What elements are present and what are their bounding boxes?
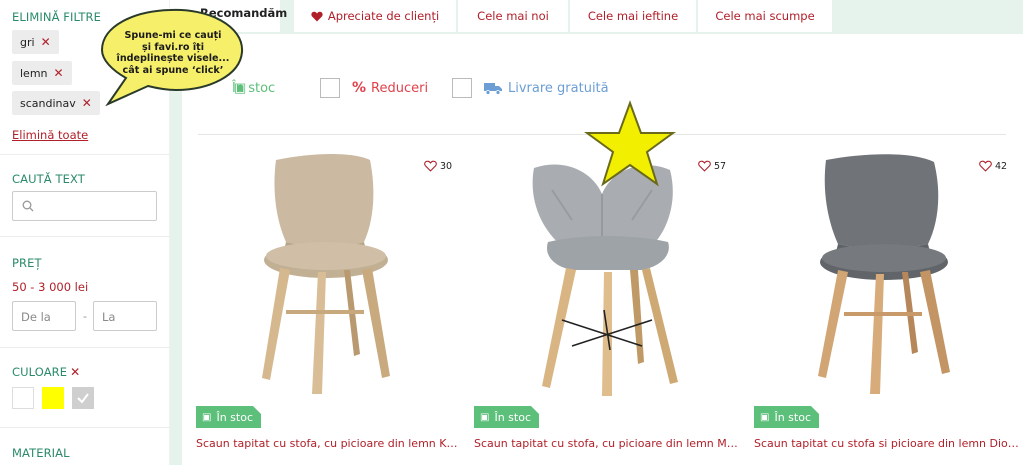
search-input[interactable] <box>12 191 157 221</box>
percent-icon: % <box>352 80 367 96</box>
product-card[interactable]: 57 ▣ În stoc Scaun tapitat cu stofa, cu … <box>474 146 744 465</box>
product-title-link[interactable]: Scaun tapitat cu stofa, cu picioare din … <box>474 437 742 450</box>
divider <box>0 347 170 348</box>
filter-free-delivery-label: Livrare gratuită <box>508 80 609 96</box>
price-to-input[interactable]: La <box>93 301 157 331</box>
divider <box>0 427 170 428</box>
divider <box>0 236 170 237</box>
filter-tag-label: gri <box>20 35 35 49</box>
tab-cheapest[interactable]: Cele mai ieftine <box>570 0 696 32</box>
search-text-title: CAUTĂ TEXT <box>12 172 85 186</box>
filter-tag-label: scandinav <box>20 96 76 110</box>
color-swatch-white[interactable] <box>12 387 34 409</box>
tab-newest[interactable]: Cele mai noi <box>458 0 568 32</box>
tab-most-expensive[interactable]: Cele mai scumpe <box>698 0 832 32</box>
price-title: PREȚ <box>12 256 42 270</box>
color-swatch-yellow[interactable] <box>42 387 64 409</box>
in-stock-filter-icon: ▣ <box>234 80 247 95</box>
remove-filter-icon[interactable]: ✕ <box>82 96 92 110</box>
tab-label: Cele mai noi <box>477 9 549 23</box>
truck-icon <box>484 82 502 95</box>
box-icon: ▣ <box>760 411 770 423</box>
speech-bubble-text: Spune-mi ce cauți și favi.ro îți îndepli… <box>104 30 242 76</box>
box-icon: ▣ <box>202 411 212 423</box>
in-stock-badge: ▣ În stoc <box>474 406 539 428</box>
filter-free-delivery[interactable]: Livrare gratuită <box>452 74 609 102</box>
in-stock-badge: ▣ În stoc <box>754 406 819 428</box>
tab-label: Cele mai scumpe <box>715 9 815 23</box>
free-delivery-checkbox[interactable] <box>452 78 472 98</box>
filter-discounts[interactable]: % Reduceri <box>320 74 428 102</box>
price-from-input[interactable]: De la <box>12 301 76 331</box>
tab-client-favorites[interactable]: Apreciate de clienți <box>294 0 456 32</box>
filter-discounts-label: Reduceri <box>371 80 429 96</box>
filter-tag-gri[interactable]: gri ✕ <box>12 30 59 54</box>
stock-label: În stoc <box>494 410 531 424</box>
bubble-line: îndeplinește visele... <box>116 53 230 64</box>
chair-image <box>818 154 950 394</box>
color-title: CULOARE ✕ <box>12 365 80 379</box>
material-title: MATERIAL <box>12 446 70 460</box>
chair-image <box>262 154 390 394</box>
filter-tag-label: lemn <box>20 66 48 80</box>
remove-filter-icon[interactable]: ✕ <box>41 35 51 49</box>
divider <box>0 154 170 155</box>
product-card[interactable]: 30 ▣ În stoc Scaun tapitat cu stofa, cu … <box>196 146 466 465</box>
product-listing: Recomandăm Apreciate de clienți Cele mai… <box>170 0 1023 465</box>
filter-tag-scandinav[interactable]: scandinav ✕ <box>12 91 100 115</box>
check-icon <box>77 393 89 404</box>
bubble-line: Spune-mi ce cauți <box>124 30 222 41</box>
discounts-checkbox[interactable] <box>320 78 340 98</box>
remove-filters-title: ELIMINĂ FILTRE <box>12 10 102 24</box>
stock-label: În stoc <box>216 410 253 424</box>
stock-label: În stoc <box>774 410 811 424</box>
filter-tag-lemn[interactable]: lemn ✕ <box>12 61 72 85</box>
remove-all-filters-link[interactable]: Elimină toate <box>12 128 88 142</box>
clear-color-icon[interactable]: ✕ <box>70 365 80 379</box>
tab-label: Cele mai ieftine <box>587 9 679 23</box>
box-icon: ▣ <box>480 411 490 423</box>
tab-label: Apreciate de clienți <box>327 9 440 23</box>
sort-tabs: Recomandăm Apreciate de clienți Cele mai… <box>170 0 1023 34</box>
color-title-label: CULOARE <box>12 365 68 379</box>
product-card[interactable]: 42 ▣ În stoc Scaun tapitat cu stofa si p… <box>754 146 1023 465</box>
remove-filter-icon[interactable]: ✕ <box>54 66 64 80</box>
price-range: 50 - 3 000 lei <box>12 280 89 294</box>
price-separator: - <box>83 309 87 323</box>
star-highlight-icon <box>584 100 676 187</box>
bubble-line: cât ai spune ‘click’ <box>122 64 224 76</box>
search-icon <box>22 200 34 212</box>
color-swatch-grey[interactable] <box>72 387 94 409</box>
product-title-link[interactable]: Scaun tapitat cu stofa, cu picioare din … <box>196 437 464 450</box>
in-stock-badge: ▣ În stoc <box>196 406 261 428</box>
product-title-link[interactable]: Scaun tapitat cu stofa si picioare din l… <box>754 437 1022 450</box>
bubble-line: și favi.ro îți <box>142 41 204 53</box>
heart-icon <box>311 11 323 21</box>
product-area: În stoc % Reduceri Livrare gratuită 30 ▣… <box>182 34 1023 465</box>
